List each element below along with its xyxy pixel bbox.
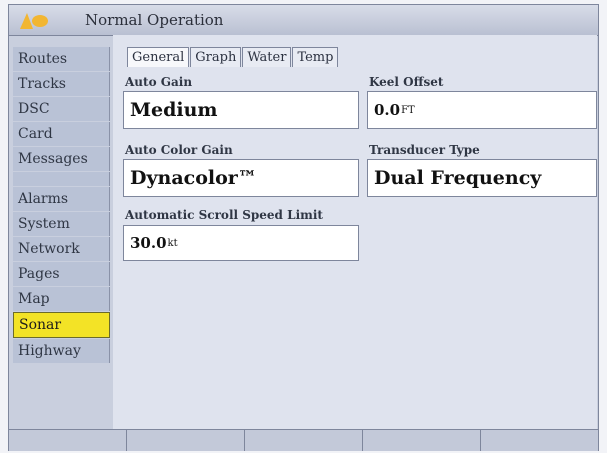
sidebar-item-tracks[interactable]: Tracks <box>13 72 110 96</box>
transducer-type-value: Dual Frequency <box>374 167 542 189</box>
settings-panel: General Graph Water Temp Auto Gain Mediu… <box>113 35 597 429</box>
garmin-logo-icon <box>20 13 48 29</box>
sidebar-item-system[interactable]: System <box>13 212 110 236</box>
sidebar-item-network[interactable]: Network <box>13 237 110 261</box>
keel-offset-label: Keel Offset <box>369 75 444 89</box>
softkey-3[interactable] <box>245 430 363 451</box>
sidebar-item-pages[interactable]: Pages <box>13 262 110 286</box>
keel-offset-value: 0.0 <box>374 101 401 119</box>
sidebar-nav: Routes Tracks DSC Card Messages Alarms S… <box>13 47 110 364</box>
tab-general[interactable]: General <box>127 47 190 67</box>
sidebar-item-map[interactable]: Map <box>13 287 110 311</box>
auto-gain-field[interactable]: Medium <box>123 91 359 129</box>
tab-bar: General Graph Water Temp <box>127 47 339 69</box>
softkey-4[interactable] <box>363 430 481 451</box>
tab-graph[interactable]: Graph <box>190 47 242 67</box>
keel-offset-unit: FT <box>401 104 415 116</box>
auto-color-gain-value: Dynacolor™ <box>130 167 257 189</box>
softkey-1[interactable] <box>9 430 127 451</box>
auto-color-gain-label: Auto Color Gain <box>125 143 233 157</box>
softkey-5[interactable] <box>481 430 598 451</box>
app-window: Normal Operation Routes Tracks DSC Card … <box>8 4 599 451</box>
sidebar-item-dsc[interactable]: DSC <box>13 97 110 121</box>
transducer-type-label: Transducer Type <box>369 143 480 157</box>
title-bar: Normal Operation <box>9 5 598 36</box>
sidebar-item-hidden <box>13 172 110 186</box>
sidebar-item-routes[interactable]: Routes <box>13 47 110 71</box>
scroll-speed-limit-unit: kt <box>167 237 178 249</box>
window-title: Normal Operation <box>85 11 224 29</box>
sidebar-item-alarms[interactable]: Alarms <box>13 187 110 211</box>
scroll-speed-limit-value: 30.0 <box>130 234 167 252</box>
auto-color-gain-field[interactable]: Dynacolor™ <box>123 159 359 197</box>
keel-offset-field[interactable]: 0.0 FT <box>367 91 597 129</box>
transducer-type-field[interactable]: Dual Frequency <box>367 159 597 197</box>
softkey-bar <box>9 429 598 451</box>
sidebar-item-messages[interactable]: Messages <box>13 147 110 171</box>
sidebar-item-card[interactable]: Card <box>13 122 110 146</box>
auto-gain-label: Auto Gain <box>125 75 193 89</box>
scroll-speed-limit-label: Automatic Scroll Speed Limit <box>125 208 323 222</box>
sidebar-item-sonar[interactable]: Sonar <box>13 312 110 338</box>
auto-gain-value: Medium <box>130 99 218 121</box>
tab-water[interactable]: Water <box>242 47 292 67</box>
sidebar-item-highway[interactable]: Highway <box>13 339 110 363</box>
scroll-speed-limit-field[interactable]: 30.0 kt <box>123 225 359 261</box>
tab-temp[interactable]: Temp <box>292 47 339 67</box>
softkey-2[interactable] <box>127 430 245 451</box>
